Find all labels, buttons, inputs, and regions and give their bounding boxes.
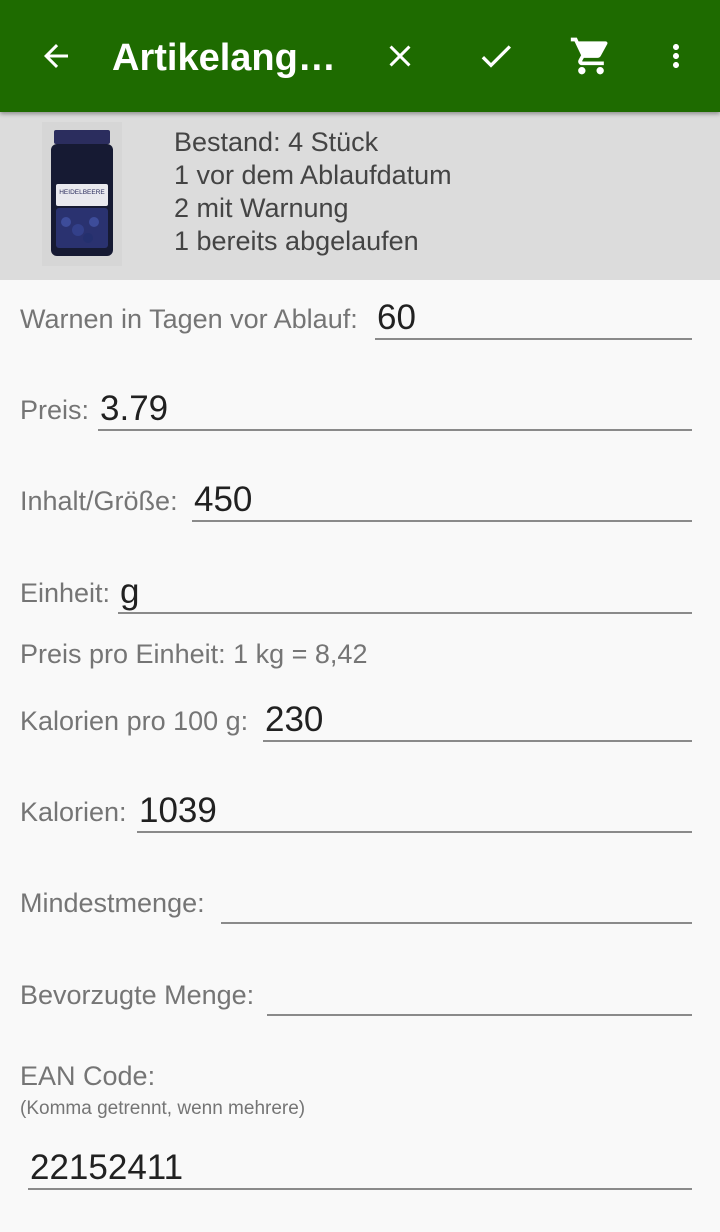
calories-label: Kalorien: xyxy=(20,797,127,827)
price-row: Preis: 3.79 xyxy=(20,387,692,437)
warn-days-label: Warnen in Tagen vor Ablauf: xyxy=(20,304,358,334)
product-image[interactable]: HEIDELBEERE xyxy=(42,122,122,266)
shopping-cart-icon[interactable] xyxy=(567,32,615,80)
unit-input[interactable]: g xyxy=(118,572,692,614)
min-quantity-row: Mindestmenge: xyxy=(20,880,692,930)
more-vert-icon[interactable] xyxy=(652,32,700,80)
warn-days-input[interactable]: 60 xyxy=(375,298,692,340)
before-expiry-count: 1 vor dem Ablaufdatum xyxy=(174,160,452,190)
price-per-unit: Preis pro Einheit: 1 kg = 8,42 xyxy=(20,639,368,669)
ean-row: 22152411 xyxy=(20,1146,692,1196)
stock-info: Bestand: 4 Stück 1 vor dem Ablaufdatum 2… xyxy=(174,126,452,258)
calories-per-100-input[interactable]: 230 xyxy=(263,700,692,742)
size-input[interactable]: 450 xyxy=(192,480,692,522)
arrow-back-icon[interactable] xyxy=(32,32,80,80)
ean-input[interactable]: 22152411 xyxy=(28,1148,692,1190)
app-bar: Artikelangaben xyxy=(0,0,720,112)
check-icon[interactable] xyxy=(472,32,520,80)
product-image-label: HEIDELBEERE xyxy=(59,189,105,196)
stock-count: Bestand: 4 Stück xyxy=(174,127,379,157)
price-label: Preis: xyxy=(20,395,90,425)
size-row: Inhalt/Größe: 450 xyxy=(20,478,692,528)
preferred-quantity-row: Bevorzugte Menge: xyxy=(20,972,692,1022)
min-quantity-label: Mindestmenge: xyxy=(20,888,205,918)
calories-per-100-row: Kalorien pro 100 g: 230 xyxy=(20,698,692,748)
expired-count: 1 bereits abgelaufen xyxy=(174,226,419,256)
min-quantity-input[interactable] xyxy=(221,882,692,924)
unit-row: Einheit: g xyxy=(20,570,692,620)
preferred-quantity-input[interactable] xyxy=(267,974,692,1016)
warn-days-row: Warnen in Tagen vor Ablauf: 60 xyxy=(20,296,692,346)
ean-hint: (Komma getrennt, wenn mehrere) xyxy=(20,1098,306,1119)
close-icon[interactable] xyxy=(376,32,424,80)
calories-per-100-label: Kalorien pro 100 g: xyxy=(20,706,249,736)
page-title: Artikelangaben xyxy=(112,37,352,79)
warning-count: 2 mit Warnung xyxy=(174,193,349,223)
size-label: Inhalt/Größe: xyxy=(20,486,178,516)
preferred-quantity-label: Bevorzugte Menge: xyxy=(20,980,255,1010)
ean-label: EAN Code: xyxy=(20,1061,156,1091)
stock-summary: HEIDELBEERE Bestand: 4 Stück 1 vor dem A… xyxy=(0,112,720,280)
calories-row: Kalorien: 1039 xyxy=(20,789,692,839)
calories-input[interactable]: 1039 xyxy=(137,791,692,833)
price-input[interactable]: 3.79 xyxy=(98,389,692,431)
unit-label: Einheit: xyxy=(20,578,111,608)
